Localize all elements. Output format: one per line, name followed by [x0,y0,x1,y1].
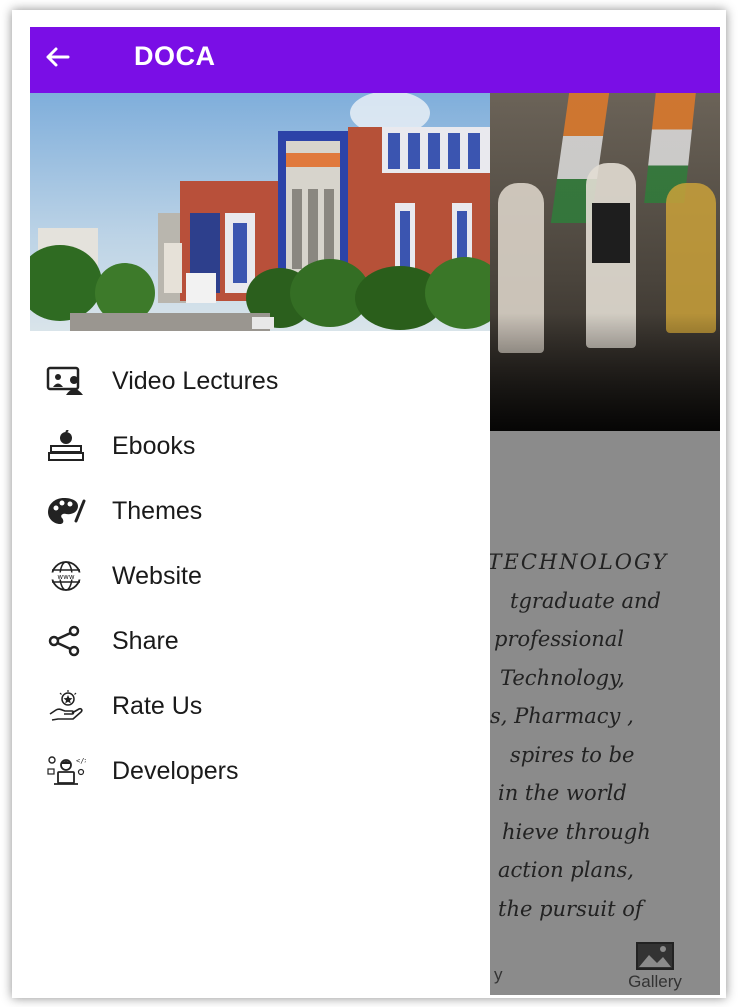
menu-item-label: Ebooks [112,432,196,460]
description-line: spires to be [510,742,635,767]
menu-item-label: Rate Us [112,692,203,720]
share-icon [48,625,80,657]
menu-item-video-lectures[interactable]: Video Lectures [30,351,490,411]
menu-item-label: Themes [112,497,203,525]
campus-building-image [30,93,490,331]
menu-item-developers[interactable]: </> Developers [30,741,490,801]
rate-us-icon [49,690,83,721]
menu-item-share[interactable]: Share [30,611,490,671]
description-line: the pursuit of [498,896,643,921]
gallery-nav-item[interactable]: Gallery [600,941,710,992]
app-bar: DOCA [30,27,720,93]
app-title: DOCA [134,41,216,71]
description-line: in the world [498,781,627,805]
svg-text:www: www [57,573,74,581]
description-line: D TECHNOLOGY [490,550,669,574]
gallery-icon [636,942,674,970]
background-description: D TECHNOLOGY tgraduate and professional … [490,543,720,928]
description-line: tgraduate and [510,588,661,613]
description-line: action plans, [498,858,634,882]
menu-item-label: Share [112,627,179,655]
ebooks-icon [48,430,84,461]
navigation-drawer: Video Lectures Ebooks Themes www Website… [30,93,490,995]
menu-item-website[interactable]: www Website [30,546,490,606]
video-lecture-icon [46,366,83,395]
menu-item-rate-us[interactable]: Rate Us [30,676,490,736]
globe-www-icon: www [51,561,81,591]
svg-text:</>: </> [76,757,86,765]
description-line: hieve through [502,819,651,844]
menu-item-ebooks[interactable]: Ebooks [30,416,490,476]
phone-frame: DOCA D TECHNOLOGY tgraduate and professi… [12,10,726,998]
description-line: s, Pharmacy , [490,704,634,728]
menu-item-label: Developers [112,757,239,785]
gallery-label: Gallery [628,972,682,991]
background-photo [490,93,720,431]
palette-icon [48,498,86,524]
menu-item-themes[interactable]: Themes [30,481,490,541]
developers-icon: </> [47,756,86,785]
app-screen: DOCA D TECHNOLOGY tgraduate and professi… [30,27,720,995]
menu-item-label: Video Lectures [112,367,279,395]
description-line: professional [494,627,624,651]
description-line: Technology, [500,665,625,690]
bottom-nav-partial-label: y [494,965,503,984]
background-page: D TECHNOLOGY tgraduate and professional … [490,93,720,995]
menu-item-label: Website [112,562,202,590]
back-arrow-icon[interactable] [42,42,72,72]
